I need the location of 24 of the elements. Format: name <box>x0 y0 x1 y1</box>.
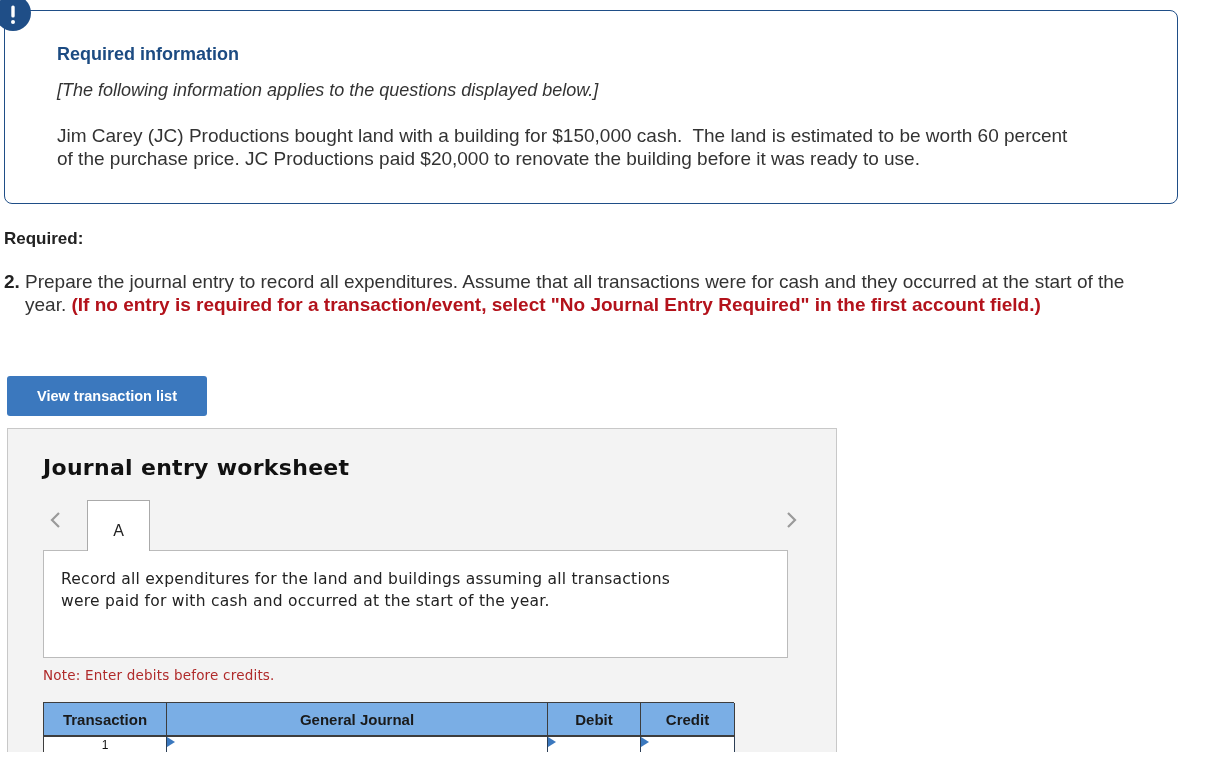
account-field[interactable] <box>166 737 548 752</box>
debit-field[interactable] <box>547 737 641 752</box>
column-header: Credit <box>641 703 735 737</box>
note-text: Note: Enter debits before credits. <box>43 667 276 683</box>
triangle-marker-icon <box>641 737 649 747</box>
chevron-left-icon[interactable] <box>50 511 61 529</box>
worksheet-tab[interactable]: A <box>87 500 150 551</box>
question-text: Prepare the journal entry to record all expenditures. Assume that all transactions were for cash and they occurred at the start of the year. (If no entry is required for a transaction/event, select "No Journal Entry Required" in the first account field.) <box>25 270 1126 316</box>
chevron-right-icon[interactable] <box>786 511 797 529</box>
credit-field[interactable] <box>640 737 735 752</box>
transaction-cell: 1 <box>44 737 167 752</box>
column-header: Debit <box>548 703 641 737</box>
triangle-marker-icon <box>548 737 556 747</box>
info-title: Required information <box>57 43 240 65</box>
worksheet-title: Journal entry worksheet <box>43 455 351 481</box>
required-heading: Required: <box>4 229 85 249</box>
column-header: General Journal <box>167 703 548 737</box>
question-number: 2. <box>4 270 21 294</box>
prompt-text: Record all expenditures for the land and buildings assuming all transactions were paid for with cash and occurred at the start of the year. <box>61 569 672 612</box>
view-transaction-list-button[interactable]: View transaction list <box>7 376 207 416</box>
triangle-marker-icon <box>167 737 175 747</box>
info-paragraph: Jim Carey (JC) Productions bought land with a building for $150,000 cash. The land is estimated to be worth 60 percent of the purchase price. JC Productions paid $20,000 to renovate the building before it was ready to use. <box>57 124 1069 170</box>
info-subtitle: [The following information applies to the questions displayed below.] <box>57 79 600 101</box>
column-header: Transaction <box>44 703 167 737</box>
